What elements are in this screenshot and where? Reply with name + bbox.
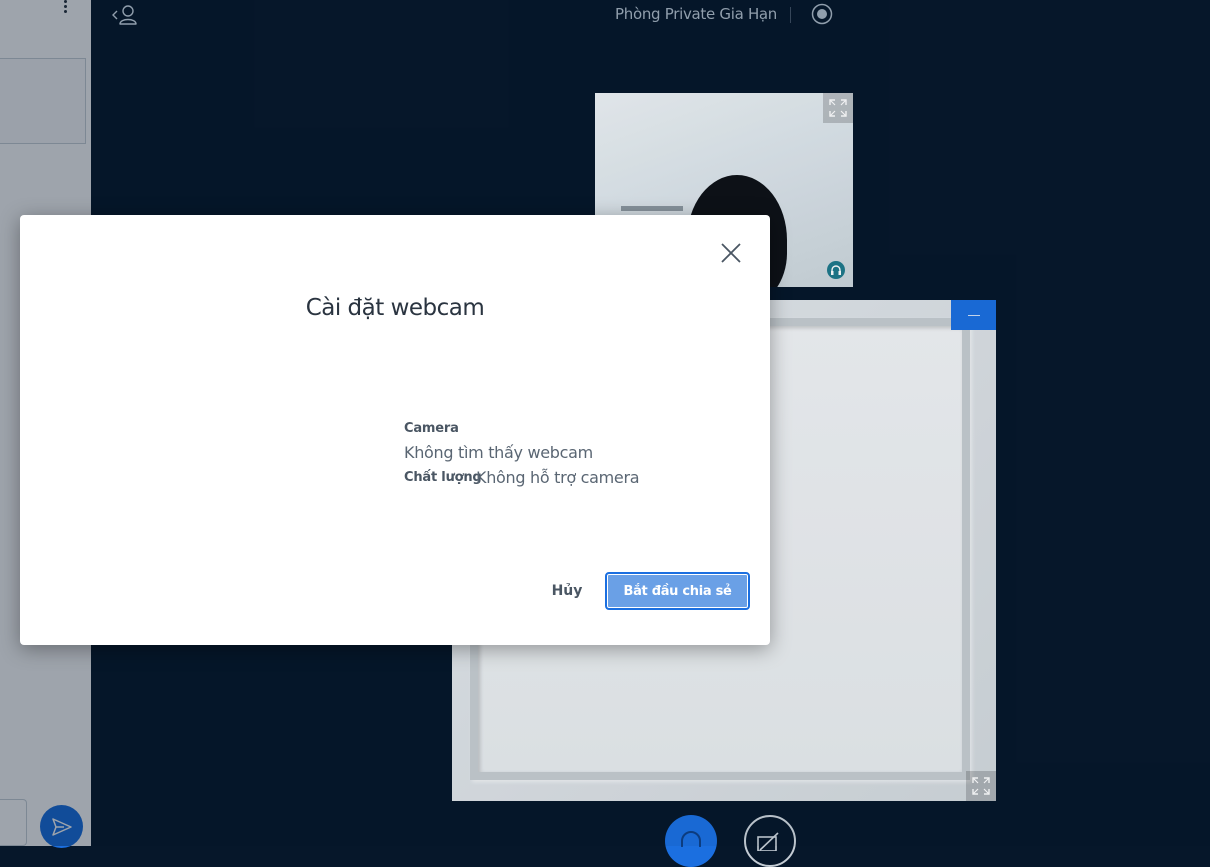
- cancel-button[interactable]: Hủy: [542, 580, 592, 602]
- close-modal-button[interactable]: [719, 241, 743, 265]
- start-sharing-button[interactable]: Bắt đầu chia sẻ: [605, 572, 750, 610]
- quality-select[interactable]: Không hỗ trợ camera: [476, 468, 640, 487]
- close-icon: [721, 243, 741, 263]
- camera-select[interactable]: Không tìm thấy webcam: [404, 443, 593, 462]
- webcam-settings-modal: Cài đặt webcam Camera Không tìm thấy web…: [20, 215, 770, 645]
- camera-label: Camera: [404, 421, 459, 436]
- quality-label: Chất lượng: [404, 470, 482, 485]
- modal-title: Cài đặt webcam: [305, 295, 485, 321]
